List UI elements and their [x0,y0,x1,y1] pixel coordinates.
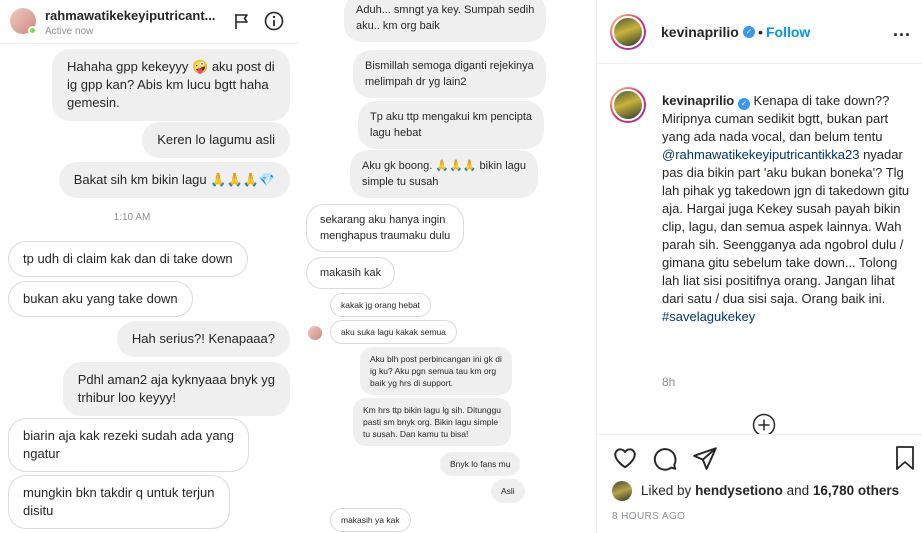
post-sidebar: kevinaprilio ✓ • Follow ... kevinaprilio… [596,0,922,533]
message-bubble: Hah serius?! Kenapaaa? [116,321,290,357]
actions-bar: Liked by hendysetiono and 16,780 others … [597,434,922,533]
message-bubble: Pdhl aman2 aja kyknyaaa bnyk yg trhibur … [62,362,290,416]
header-separator: • [758,24,763,40]
caption-body1: Miripnya cuman sedikit bgtt, bukan part … [662,111,889,144]
comment-icon[interactable] [652,445,678,471]
message-bubble: mungkin bkn takdir q untuk terjun disitu [8,475,230,529]
follow-button[interactable]: Follow [766,24,810,40]
message-bubble: Keren lo lagumu asli [142,122,290,158]
dm-screenshot-right: Aduh... smngt ya key. Sumpah sedih aku..… [298,0,596,533]
active-dot [28,26,37,35]
chat-avatar-small [308,326,322,340]
likes-text: Liked by hendysetiono and 16,780 others [641,483,899,498]
message-bubble: Tp aku ttp mengakui km pencipta lagu heb… [358,101,545,149]
message-bubble: Asli [491,479,525,503]
liker-username[interactable]: hendysetiono [695,483,783,498]
caption-avatar[interactable] [610,87,646,123]
message-bubble: Bakat sih km bikin lagu 🙏🙏🙏💎 [58,162,290,198]
save-bookmark-icon[interactable] [893,445,917,471]
message-bubble: makasih ya kak [330,508,411,532]
message-bubble: aku suka lagu kakak semua [330,320,457,344]
likes-and: and [786,483,810,498]
like-heart-icon[interactable] [612,445,638,471]
chat-status: Active now [45,26,94,37]
caption-body2: nyadar pas dia bikin part 'aku bukan bon… [662,147,910,306]
message-bubble: sekarang aku hanya ingin menghapus traum… [306,204,465,252]
post-time: 8 HOURS AGO [612,511,686,522]
liker-avatar [612,481,632,501]
chat-username: rahmawatikekeyiputricant... [45,8,216,23]
message-bubble: Aduh... smngt ya key. Sumpah sedih aku..… [344,0,547,42]
chat-header: rahmawatikekeyiputricant... Active now [0,0,298,44]
message-bubble: Bismillah semoga diganti rejekinya melim… [353,50,546,98]
message-bubble: Bnyk lo fans mu [440,452,521,476]
message-bubble: tp udh di claim kak dan di take down [8,241,248,277]
author-username[interactable]: kevinaprilio [661,24,739,40]
dm-screenshot-left: rahmawatikekeyiputricant... Active now H… [0,0,298,533]
message-bubble: Aku gk boong. 🙏🙏🙏 bikin lagu simple tu s… [350,150,539,198]
post-header: kevinaprilio ✓ • Follow ... [597,0,922,64]
more-options-icon[interactable]: ... [893,20,911,41]
info-icon[interactable] [264,11,284,31]
caption-mention[interactable]: @rahmawatikekeyiputricantikka23 [662,147,859,162]
message-bubble: kakak jg orang hebat [330,293,431,317]
likes-count[interactable]: 16,780 others [813,483,899,498]
caption-text: kevinaprilio ✓ Kenapa di take down?? Mir… [662,92,910,326]
message-bubble: Hahaha gpp kekeyyy 🤪 aku post di ig gpp … [52,49,290,121]
share-icon[interactable] [692,445,718,471]
caption-time: 8h [662,375,676,389]
caption-hashtag[interactable]: #savelagukekey [662,309,755,324]
post-media: rahmawatikekeyiputricant... Active now H… [0,0,596,533]
message-bubble: makasih kak [306,257,396,289]
chat-timestamp: 1:10 AM [113,212,151,223]
likes-row: Liked by hendysetiono and 16,780 others [612,481,917,503]
caption-username[interactable]: kevinaprilio [662,93,734,108]
flag-icon[interactable] [233,12,251,30]
message-bubble: bukan aku yang take down [8,281,193,317]
caption-line1: Kenapa di take down?? [753,93,890,108]
message-bubble: Km hrs ttp bikin lagu lg sih. Ditunggu p… [353,398,511,446]
likes-prefix: Liked by [641,483,692,498]
message-bubble: biarin aja kak rezeki sudah ada yang nga… [8,418,250,472]
author-avatar[interactable] [610,14,646,50]
message-bubble: Aku blh post perbincangan ini gk di ig k… [360,347,512,395]
verified-icon: ✓ [737,98,750,110]
verified-icon: ✓ [743,26,755,38]
